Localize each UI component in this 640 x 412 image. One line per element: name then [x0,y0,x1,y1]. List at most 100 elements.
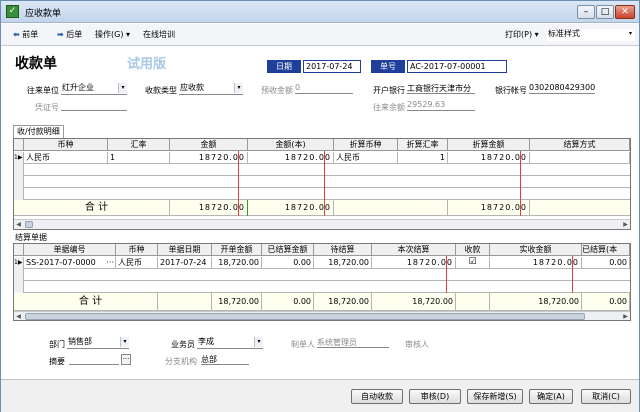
cell-conv-rate[interactable]: 1 [398,152,448,164]
table-row[interactable]: 1▶ 人民币 1 18720.00 18720.00 人民币 1 18720.0… [14,152,630,164]
sum-label: 合 计 [24,200,170,216]
staff-label: 业务员 [171,340,195,349]
cell-amount[interactable]: 18720.00 [170,152,248,164]
auto-receive-button[interactable]: 自动收款 [351,389,403,404]
summary-label: 摘要 [49,357,65,366]
summary-field[interactable] [69,354,119,365]
prepaid-field[interactable]: 0 [295,83,353,94]
app-icon: ✓ [6,5,19,18]
cell-settle-method[interactable] [530,152,630,164]
cell-settled-local[interactable]: 0.00 [582,257,630,269]
sum-amount: 18720.00 [170,200,248,216]
account-label: 银行帐号 [495,86,527,95]
col-settled-local: 已结算(本 [582,244,630,256]
col-doc-date: 单据日期 [158,244,212,256]
dept-select[interactable]: 销售部 ▾ [67,337,129,349]
settle-grid: 单据编号 币种 单据日期 开单金额 已结算金额 待结算 本次结算 收款 实收金额… [13,243,631,321]
cell-conv-amount[interactable]: 18720.00 [448,152,530,164]
cell-this-settle[interactable]: 18720.00 [372,257,456,269]
account-field[interactable]: 030208042930003 [529,83,595,94]
col-conv-currency: 折算币种 [334,139,398,151]
cell-doc-date[interactable]: 2017-07-24 [158,257,212,269]
cell-amount-local[interactable]: 18720.00 [248,152,334,164]
row-marker [14,176,24,188]
cell-doc-no[interactable]: SS-2017-07-0000 ··· [24,257,116,269]
payment-grid: 币种 汇率 金额 金额(本) 折算币种 折算汇率 折算金额 结算方式 1▶ 人民… [13,138,631,230]
col-receive: 收款 [456,244,490,256]
cell-currency[interactable]: 人民币 [24,152,108,164]
row-marker [14,188,24,200]
table-row[interactable]: 1▶ SS-2017-07-0000 ··· 人民币 2017-07-24 18,… [14,257,630,269]
type-select[interactable]: 应收款 ▾ [179,83,243,95]
col-doc-no: 单据编号 [24,244,116,256]
sum-open-amount: 18,720.00 [212,293,262,311]
scroll-thumb[interactable] [25,313,585,320]
digit-divider [572,256,573,293]
minimize-button[interactable]: – [577,5,595,19]
col-settled: 已结算金额 [262,244,314,256]
table-row[interactable] [14,269,630,281]
grid1-scrollbar[interactable]: ◀ ▶ [14,219,630,229]
cell-pending[interactable]: 18,720.00 [314,257,372,269]
arrow-left-icon: ⬅ [13,30,20,39]
more-icon[interactable]: ··· [106,257,114,268]
doc-no-field[interactable]: AC-2017-07-00001 [407,60,507,73]
branch-field[interactable]: 总部 [201,354,249,365]
row-marker [14,269,24,281]
cell-rate[interactable]: 1 [108,152,170,164]
digit-divider [324,151,325,216]
col-received: 实收金额 [490,244,582,256]
scroll-right-icon[interactable]: ▶ [621,312,630,320]
customer-select[interactable]: 红升企业 ▾ [61,83,127,95]
app-window: ✓ 应收款单 – □ ✕ ⬅ 前单 ➡ 后单 操作(G) ▾ 在线培训 打印(P… [0,0,640,412]
operation-menu[interactable]: 操作(G) ▾ [95,29,130,40]
tab-payment-detail[interactable]: 收/付款明细 [13,125,64,138]
branch-label: 分支机构 [165,357,197,366]
table-row[interactable] [14,188,630,200]
grid2-scrollbar[interactable]: ◀ ▶ [14,311,630,320]
review-button[interactable]: 审核(D) [409,389,461,404]
table-row[interactable] [14,176,630,188]
cell-receive[interactable]: ☑ [456,257,490,269]
scroll-left-icon[interactable]: ◀ [14,312,23,320]
cancel-button[interactable]: 取消(C) [581,389,631,404]
table-row[interactable] [14,164,630,176]
sum-settled-local: 0.00 [582,293,630,311]
cell-open-amount[interactable]: 18,720.00 [212,257,262,269]
col-open-amount: 开单金额 [212,244,262,256]
cell-currency[interactable]: 人民币 [116,257,158,269]
table-row[interactable] [14,281,630,293]
date-label: 日期 [267,60,301,73]
date-field[interactable]: 2017-07-24 [303,60,361,73]
cell-conv-currency[interactable]: 人民币 [334,152,398,164]
save-new-button[interactable]: 保存新增(S) [467,389,523,404]
scroll-right-icon[interactable]: ▶ [621,220,630,229]
style-select[interactable]: 标准样式 ▾ [547,29,635,41]
sum-empty [158,293,212,311]
next-button[interactable]: ➡ 后单 [57,29,82,40]
cell-received[interactable]: 18720.00 [490,257,582,269]
maximize-button[interactable]: □ [596,5,614,19]
close-button[interactable]: ✕ [615,5,635,19]
staff-select[interactable]: 李成 ▾ [197,337,263,349]
scroll-thumb[interactable] [25,221,33,228]
ok-button[interactable]: 确定(A) [529,389,573,404]
chevron-down-icon: ▾ [118,83,127,93]
digit-divider [520,151,521,216]
more-icon[interactable]: ··· [121,354,131,365]
sum-pending: 18,720.00 [314,293,372,311]
col-conv-rate: 折算汇率 [398,139,448,151]
col-settle-method: 结算方式 [530,139,630,151]
voucher-field[interactable] [61,100,127,111]
bank-field[interactable]: 工商银行天津市分 [407,83,475,94]
window-title: 应收款单 [25,9,62,19]
scroll-left-icon[interactable]: ◀ [14,220,23,229]
prev-button[interactable]: ⬅ 前单 [13,29,38,40]
cell-settled[interactable]: 0.00 [262,257,314,269]
chevron-down-icon: ▾ [120,337,129,347]
trial-badge: 试用版 [127,57,167,72]
print-menu[interactable]: 打印(P) ▾ [505,29,539,40]
training-link[interactable]: 在线培训 [143,29,175,40]
col-currency: 币种 [116,244,158,256]
receive-checkbox[interactable]: ☑ [469,257,477,267]
